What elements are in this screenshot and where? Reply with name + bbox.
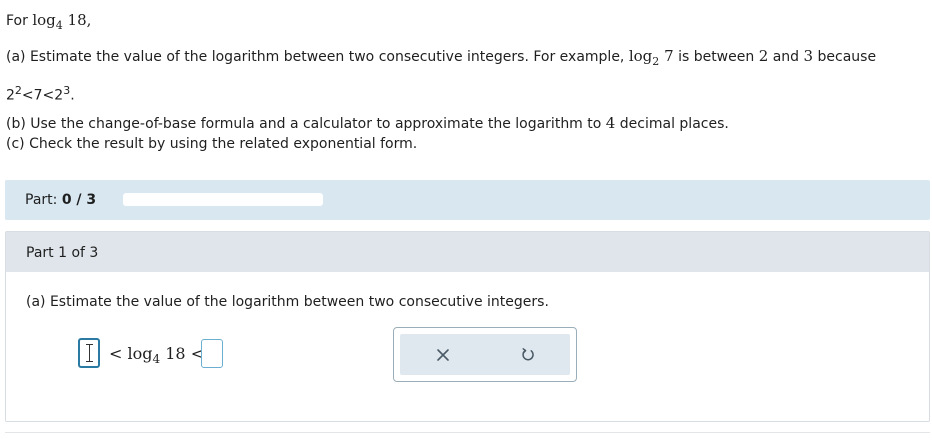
part-c-instructions: (c) Check the result by using the relate… bbox=[6, 136, 417, 152]
ineq-mid: <7< bbox=[21, 87, 55, 104]
answer-log-base: 4 bbox=[152, 352, 161, 367]
ineq-end: . bbox=[70, 87, 75, 104]
divider bbox=[5, 432, 930, 433]
part-a-text: (a) Estimate the value of the logarithm … bbox=[6, 49, 625, 65]
part-c-text: (c) Check the result by using the relate… bbox=[6, 136, 418, 152]
answer-log-word: log bbox=[127, 344, 153, 363]
undo-icon bbox=[521, 347, 534, 360]
lower-int: 2 bbox=[758, 47, 769, 65]
part-a-mid: is between bbox=[678, 49, 755, 65]
answer-toolbox bbox=[393, 327, 577, 382]
example-arg: 7 bbox=[664, 47, 674, 65]
part-score-value: 0 / 3 bbox=[61, 192, 97, 208]
and-word: and bbox=[772, 49, 800, 65]
log-word: log bbox=[32, 11, 56, 29]
question-text: (a) Estimate the value of the logarithm … bbox=[26, 294, 549, 310]
ineq-right: 2 bbox=[54, 87, 64, 104]
ineq-left: 2 bbox=[6, 87, 15, 104]
part-label: Part: bbox=[25, 192, 58, 208]
part-a-instructions: (a) Estimate the value of the logarithm … bbox=[6, 47, 876, 68]
decimal-places: 4 bbox=[605, 114, 616, 132]
because-word: because bbox=[817, 49, 877, 65]
part-panel: Part 1 of 3 (a) Estimate the value of th… bbox=[5, 231, 930, 422]
part-header-label: Part 1 of 3 bbox=[26, 245, 99, 261]
text-cursor bbox=[86, 344, 93, 362]
log-base: 4 bbox=[55, 19, 63, 32]
intro-prefix: For bbox=[6, 13, 28, 29]
log-expression: log4 18, bbox=[32, 11, 92, 32]
example-inequality: 22<7<23. bbox=[6, 84, 75, 104]
lower-bound-input[interactable] bbox=[78, 338, 100, 368]
ineq-left-exp: 2 bbox=[14, 84, 22, 97]
log-arg: 18, bbox=[67, 11, 92, 29]
upper-int: 3 bbox=[803, 47, 814, 65]
log-inequality: < log4 18 < bbox=[109, 344, 204, 366]
answer-log-arg: 18 bbox=[165, 344, 186, 363]
progress-track bbox=[123, 193, 323, 206]
example-base: 2 bbox=[652, 55, 660, 68]
close-icon bbox=[436, 348, 449, 361]
part-progress-bar: Part: 0 / 3 bbox=[5, 180, 930, 220]
example-log: log2 7 bbox=[628, 47, 674, 68]
part-b-suffix: decimal places. bbox=[619, 116, 729, 132]
toolbox-inner bbox=[400, 334, 570, 375]
less-than-1: < bbox=[109, 344, 123, 363]
part-b-instructions: (b) Use the change-of-base formula and a… bbox=[6, 114, 729, 132]
part-score: Part: 0 / 3 bbox=[25, 192, 96, 208]
part-b-text: (b) Use the change-of-base formula and a… bbox=[6, 116, 602, 132]
part-header: Part 1 of 3 bbox=[6, 232, 929, 272]
clear-button[interactable] bbox=[400, 334, 485, 375]
upper-bound-input[interactable] bbox=[201, 339, 223, 368]
problem-intro: For log4 18, bbox=[6, 11, 91, 32]
undo-button[interactable] bbox=[485, 334, 570, 375]
